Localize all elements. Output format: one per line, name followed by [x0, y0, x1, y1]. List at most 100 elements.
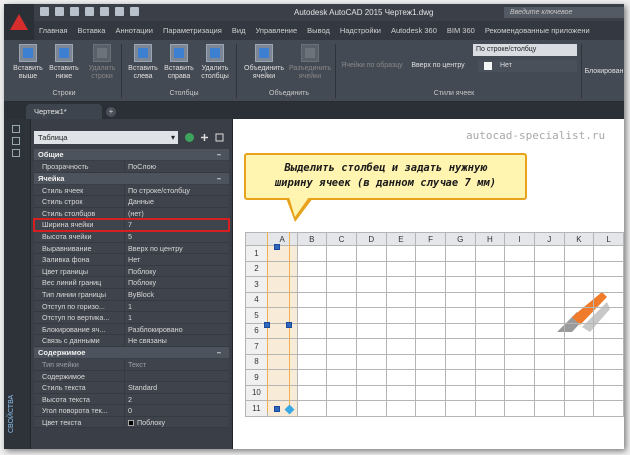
- table-cell[interactable]: [296, 276, 328, 293]
- tab-home[interactable]: Главная: [34, 21, 73, 40]
- table-cell[interactable]: [326, 276, 357, 293]
- drawing-table[interactable]: A B C D E F G H I J K L 1 2 3 4 5 6 7 8 9 10 11: [245, 232, 624, 417]
- table-cell[interactable]: [593, 276, 624, 293]
- property-value[interactable]: 2: [124, 393, 229, 406]
- table-cell[interactable]: [593, 369, 624, 386]
- table-cell[interactable]: [296, 369, 328, 386]
- table-cell[interactable]: [266, 260, 298, 277]
- table-cell[interactable]: [326, 245, 357, 262]
- table-cell[interactable]: [444, 353, 476, 370]
- property-row[interactable]: Отступ по вертика... 1: [34, 312, 229, 324]
- table-cell[interactable]: [444, 400, 476, 417]
- table-cell[interactable]: [444, 245, 476, 262]
- table-cell[interactable]: [296, 384, 328, 401]
- property-row[interactable]: Высота текста 2: [34, 393, 229, 406]
- table-cell[interactable]: [563, 291, 595, 308]
- table-cell[interactable]: [504, 384, 535, 401]
- table-cell[interactable]: [266, 369, 298, 386]
- undo-icon[interactable]: [115, 7, 124, 16]
- table-cell[interactable]: [415, 260, 446, 277]
- table-cell[interactable]: [474, 400, 506, 417]
- table-cell[interactable]: [474, 322, 506, 339]
- property-row[interactable]: Тип линии границы ByBlock: [34, 288, 229, 301]
- table-cell[interactable]: [504, 353, 535, 370]
- collapse-icon[interactable]: –: [217, 149, 221, 160]
- column-header[interactable]: H: [474, 232, 506, 246]
- table-cell[interactable]: [296, 307, 328, 324]
- insert-above-button[interactable]: Вставить выше: [10, 44, 46, 81]
- close-icon[interactable]: [12, 125, 20, 133]
- property-value[interactable]: 1: [124, 312, 229, 324]
- category-header[interactable]: Содержимое –: [34, 346, 229, 358]
- tab-autodesk-360[interactable]: Autodesk 360: [386, 21, 442, 40]
- table-cell[interactable]: [385, 276, 417, 293]
- property-value[interactable]: Поблоку: [124, 277, 229, 289]
- property-row[interactable]: Прозрачность ПоСлою: [34, 161, 229, 173]
- property-value[interactable]: [124, 370, 229, 383]
- table-cell[interactable]: [444, 276, 476, 293]
- search-input[interactable]: Введите ключевое: [504, 7, 624, 18]
- table-cell[interactable]: [326, 307, 357, 324]
- property-value[interactable]: 7: [124, 219, 229, 231]
- property-row-highlighted[interactable]: Ширина ячейки 7: [33, 218, 230, 232]
- table-cell[interactable]: [504, 369, 535, 386]
- table-cell[interactable]: [326, 322, 357, 339]
- table-cell[interactable]: [326, 338, 357, 355]
- collapse-icon[interactable]: –: [217, 173, 221, 184]
- collapse-icon[interactable]: –: [217, 347, 221, 358]
- table-cell[interactable]: [533, 369, 565, 386]
- table-cell[interactable]: [533, 276, 565, 293]
- row-header[interactable]: 11: [245, 400, 268, 417]
- table-cell[interactable]: [474, 384, 506, 401]
- table-cell[interactable]: [533, 260, 565, 277]
- table-cell[interactable]: [355, 276, 387, 293]
- property-row[interactable]: Стиль строк Данные: [34, 196, 229, 208]
- tab-addins[interactable]: Надстройки: [335, 21, 386, 40]
- table-cell[interactable]: [593, 338, 624, 355]
- table-cell[interactable]: [415, 384, 446, 401]
- new-tab-plus-icon[interactable]: +: [106, 107, 116, 117]
- table-cell[interactable]: [504, 338, 535, 355]
- redo-icon[interactable]: [130, 7, 139, 16]
- tab-parametric[interactable]: Параметризация: [158, 21, 227, 40]
- table-cell[interactable]: [474, 353, 506, 370]
- tab-manage[interactable]: Управление: [250, 21, 302, 40]
- property-row[interactable]: Блокирование яч... Разблокировано: [34, 323, 229, 336]
- property-row[interactable]: Заливка фона Нет: [34, 254, 229, 266]
- row-header[interactable]: 1: [245, 245, 268, 262]
- property-row[interactable]: Отступ по горизо... 1: [34, 300, 229, 313]
- object-type-select[interactable]: Таблица: [34, 131, 178, 144]
- tab-bim-360[interactable]: BIM 360: [442, 21, 480, 40]
- table-cell[interactable]: [563, 400, 595, 417]
- table-cell[interactable]: [504, 291, 535, 308]
- table-cell[interactable]: [593, 384, 624, 401]
- table-cell[interactable]: [385, 353, 417, 370]
- table-cell[interactable]: [474, 291, 506, 308]
- property-value[interactable]: По строке/столбцу: [124, 184, 229, 197]
- row-header[interactable]: 3: [245, 276, 268, 293]
- table-cell[interactable]: [355, 291, 387, 308]
- table-cell[interactable]: [296, 245, 328, 262]
- open-icon[interactable]: [55, 7, 64, 16]
- tab-insert[interactable]: Вставка: [73, 21, 111, 40]
- table-cell[interactable]: [533, 291, 565, 308]
- column-header[interactable]: D: [355, 232, 387, 246]
- property-row[interactable]: Вес линий границ Поблоку: [34, 277, 229, 289]
- table-cell[interactable]: [563, 260, 595, 277]
- table-cell[interactable]: [474, 260, 506, 277]
- table-cell[interactable]: [296, 260, 328, 277]
- table-cell[interactable]: [266, 291, 298, 308]
- table-cell[interactable]: [474, 276, 506, 293]
- column-grip[interactable]: [274, 244, 280, 250]
- table-cell[interactable]: [563, 338, 595, 355]
- table-cell[interactable]: [444, 322, 476, 339]
- column-header[interactable]: A: [266, 232, 298, 246]
- table-cell[interactable]: [444, 369, 476, 386]
- table-cell[interactable]: [504, 400, 535, 417]
- table-cell[interactable]: [296, 291, 328, 308]
- table-cell[interactable]: [385, 307, 417, 324]
- quick-select-icon[interactable]: [214, 132, 225, 143]
- table-cell[interactable]: [296, 338, 328, 355]
- property-value[interactable]: Нет: [124, 254, 229, 266]
- table-cell[interactable]: [504, 260, 535, 277]
